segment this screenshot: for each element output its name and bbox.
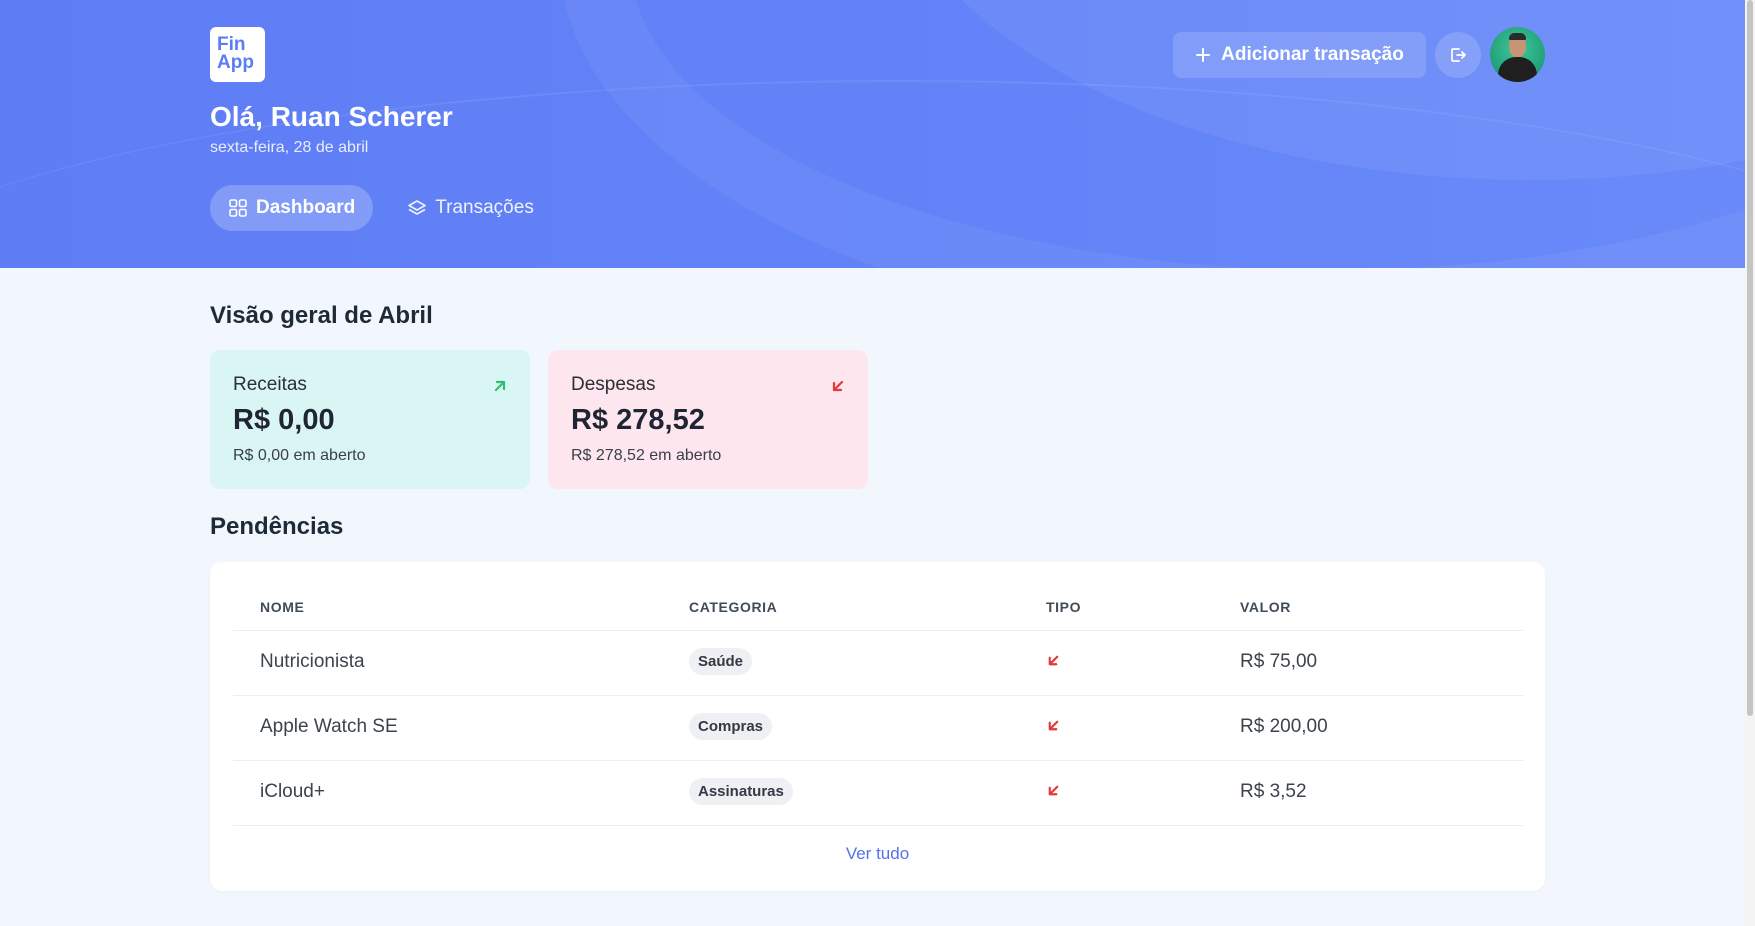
expense-label: Despesas (571, 374, 656, 395)
tab-transactions-label: Transações (435, 197, 534, 218)
column-header-type: TIPO (1046, 599, 1082, 615)
divider (233, 825, 1523, 826)
expense-arrow-icon (1046, 718, 1061, 738)
logo-line-2: App (217, 52, 254, 73)
income-label: Receitas (233, 374, 307, 395)
nav-tabs: Dashboard Transações (210, 185, 552, 231)
greeting: Olá, Ruan Scherer (210, 101, 453, 132)
tab-dashboard-label: Dashboard (256, 197, 356, 218)
arrow-up-right-icon (494, 380, 506, 392)
row-name: Nutricionista (260, 651, 365, 672)
current-date: sexta-feira, 28 de abril (210, 139, 369, 156)
user-avatar[interactable] (1490, 27, 1545, 82)
table-row[interactable]: Nutricionista Saúde R$ 75,00 (210, 631, 1545, 695)
column-header-category: CATEGORIA (689, 599, 778, 615)
grid-icon (229, 199, 247, 217)
overview-title: Visão geral de Abril (210, 302, 433, 329)
add-transaction-button[interactable]: Adicionar transação (1173, 32, 1426, 78)
expense-arrow-icon (1046, 653, 1061, 673)
category-badge: Saúde (689, 648, 753, 675)
row-value: R$ 3,52 (1240, 781, 1307, 802)
table-header: NOME CATEGORIA TIPO VALOR (210, 599, 1545, 619)
pending-table: NOME CATEGORIA TIPO VALOR Nutricionista … (210, 562, 1545, 891)
expense-card: Despesas R$ 278,52 R$ 278,52 em aberto (548, 350, 868, 489)
row-name: Apple Watch SE (260, 716, 398, 737)
table-row[interactable]: Apple Watch SE Compras R$ 200,00 (210, 696, 1545, 760)
logout-button[interactable] (1435, 32, 1481, 78)
tab-transactions[interactable]: Transações (389, 185, 552, 231)
pending-title: Pendências (210, 513, 344, 540)
plus-icon (1196, 48, 1211, 62)
logout-icon (1451, 48, 1466, 62)
arrow-down-left-icon (832, 380, 844, 392)
layers-icon (408, 200, 427, 215)
app-logo[interactable]: Fin App (210, 27, 265, 82)
see-all-link[interactable]: Ver tudo (210, 844, 1545, 864)
income-open: R$ 0,00 em aberto (233, 447, 366, 464)
column-header-value: VALOR (1240, 599, 1291, 615)
avatar-body (1498, 57, 1537, 82)
expense-arrow-icon (1046, 783, 1061, 803)
add-transaction-label: Adicionar transação (1221, 44, 1404, 65)
table-row[interactable]: iCloud+ Assinaturas R$ 3,52 (210, 761, 1545, 825)
row-value: R$ 75,00 (1240, 651, 1318, 672)
page-scrollbar[interactable] (1745, 0, 1755, 926)
row-value: R$ 200,00 (1240, 716, 1328, 737)
category-badge: Compras (689, 713, 773, 740)
scrollbar-thumb[interactable] (1747, 0, 1753, 716)
expense-amount: R$ 278,52 (571, 404, 705, 436)
column-header-name: NOME (260, 599, 305, 615)
avatar-hair (1509, 33, 1526, 40)
income-card: Receitas R$ 0,00 R$ 0,00 em aberto (210, 350, 530, 489)
tab-dashboard[interactable]: Dashboard (210, 185, 374, 231)
category-badge: Assinaturas (689, 778, 793, 805)
income-amount: R$ 0,00 (233, 404, 335, 436)
expense-open: R$ 278,52 em aberto (571, 447, 722, 464)
row-name: iCloud+ (260, 781, 325, 802)
